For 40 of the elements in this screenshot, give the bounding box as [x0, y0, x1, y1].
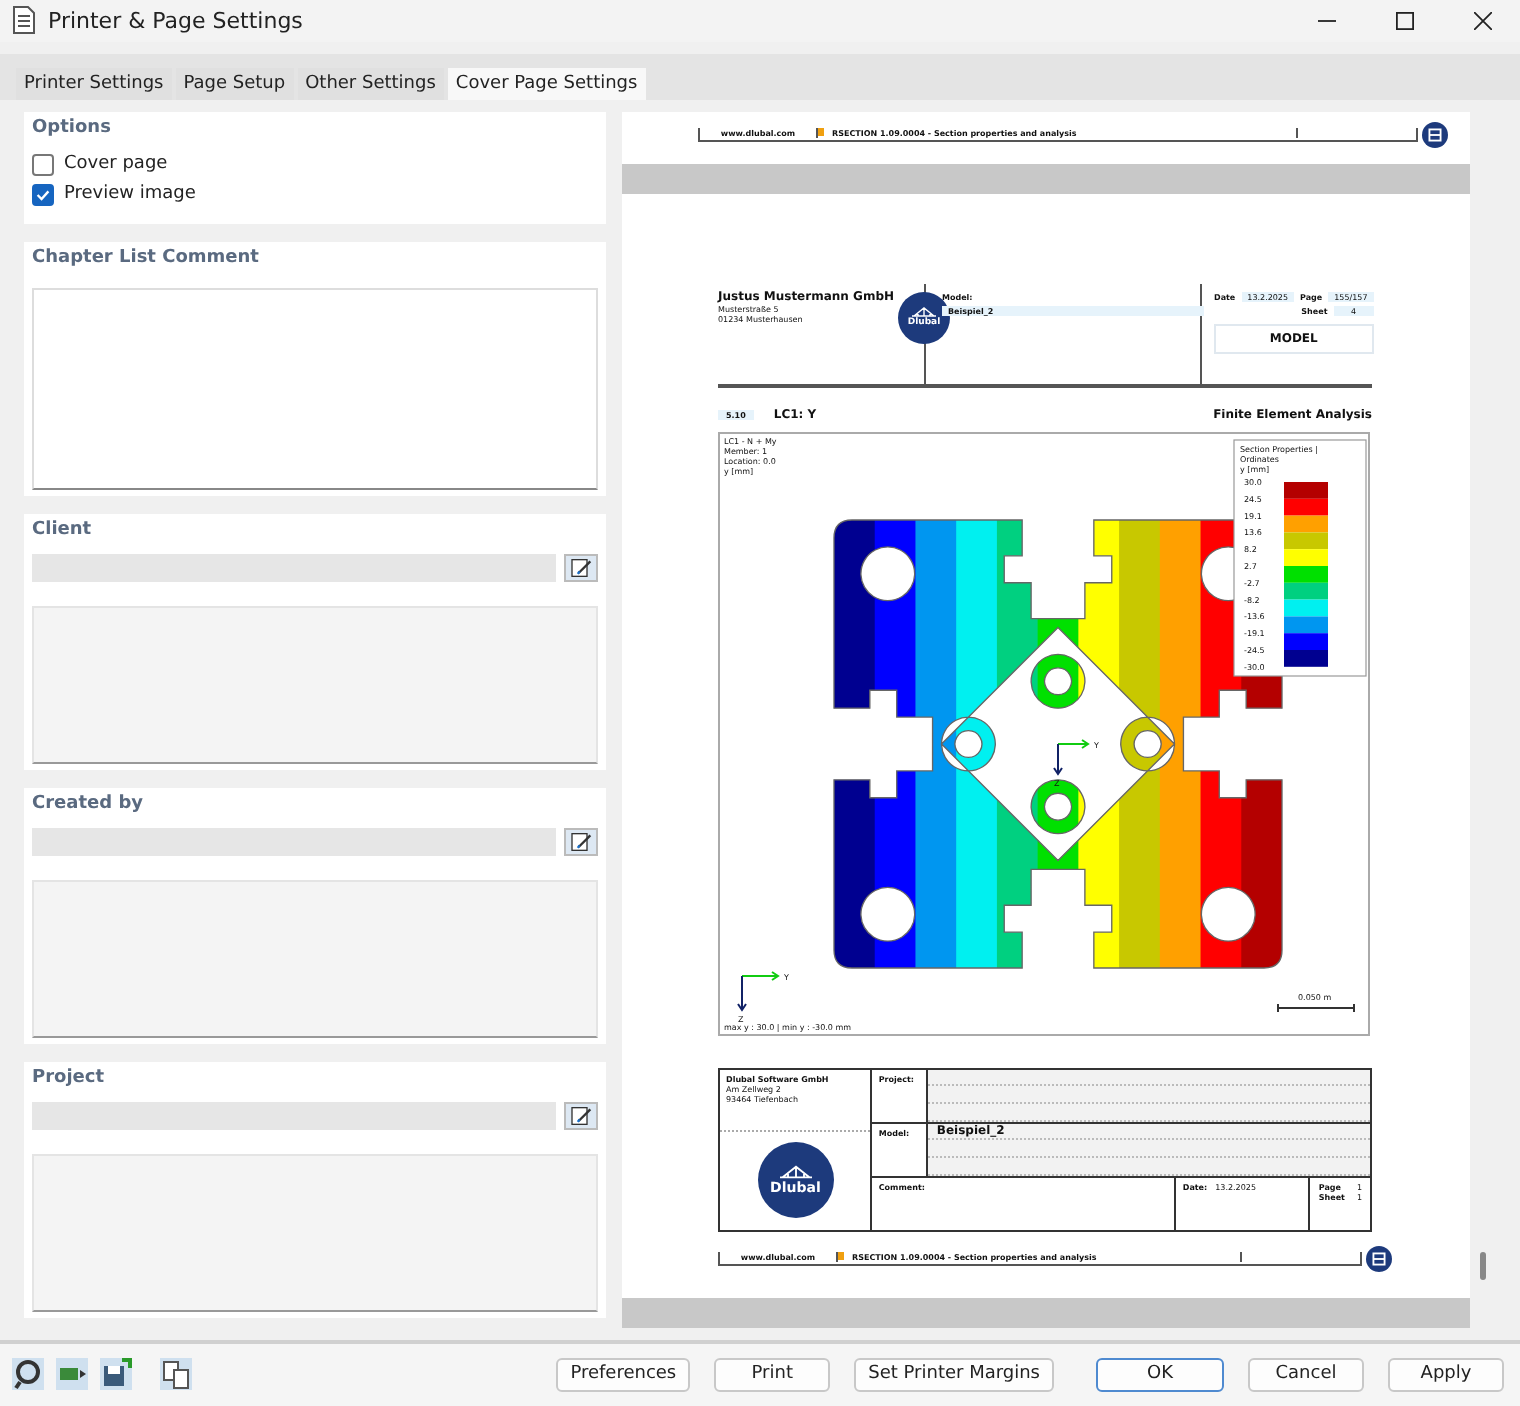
dialog-button[interactable]: Cancel	[1248, 1357, 1364, 1392]
axes-icon	[1053, 738, 1090, 776]
tab[interactable]: Page Setup	[175, 67, 294, 100]
copy-icon[interactable]	[160, 1358, 192, 1391]
flag-icon	[818, 127, 824, 136]
checkbox-label: Preview image	[64, 184, 196, 205]
section-title: Options	[32, 117, 111, 138]
logo-icon	[1422, 121, 1448, 148]
tab[interactable]: Printer Settings	[16, 67, 172, 100]
tab[interactable]: Cover Page Settings	[447, 67, 646, 100]
dialog-button[interactable]: Print	[714, 1357, 831, 1392]
checkbox[interactable]	[32, 153, 54, 176]
flag-icon	[838, 1251, 844, 1260]
section-title: Chapter List Comment	[32, 247, 259, 268]
tab[interactable]: Other Settings	[297, 67, 444, 100]
checkbox[interactable]	[32, 183, 54, 206]
window-title: Printer & Page Settings	[48, 7, 303, 34]
dialog-button[interactable]: OK	[1096, 1357, 1224, 1392]
edit-button[interactable]	[564, 827, 598, 856]
close-icon[interactable]	[1474, 11, 1492, 30]
section-title: Client	[32, 519, 92, 540]
dialog-button[interactable]: Set Printer Margins	[854, 1357, 1054, 1392]
save-icon[interactable]	[100, 1358, 132, 1391]
select-field[interactable]	[32, 553, 556, 582]
dialog-button[interactable]: Apply	[1388, 1357, 1504, 1392]
axes-icon	[737, 970, 780, 1012]
export-icon[interactable]	[56, 1358, 88, 1391]
dialog-button[interactable]: Preferences	[556, 1357, 691, 1392]
edit-button[interactable]	[564, 1101, 598, 1130]
section-title: Project	[32, 1067, 105, 1088]
document-icon	[12, 6, 36, 35]
scale-bar	[1277, 1002, 1355, 1013]
checkbox-label: Cover page	[64, 154, 168, 175]
select-field[interactable]	[32, 827, 556, 856]
section-title: Created by	[32, 793, 144, 814]
maximize-icon[interactable]	[1396, 11, 1414, 30]
logo-icon	[1366, 1245, 1392, 1272]
scrollbar-thumb[interactable]	[1480, 1251, 1486, 1280]
select-field[interactable]	[32, 1101, 556, 1130]
edit-button[interactable]	[564, 553, 598, 582]
